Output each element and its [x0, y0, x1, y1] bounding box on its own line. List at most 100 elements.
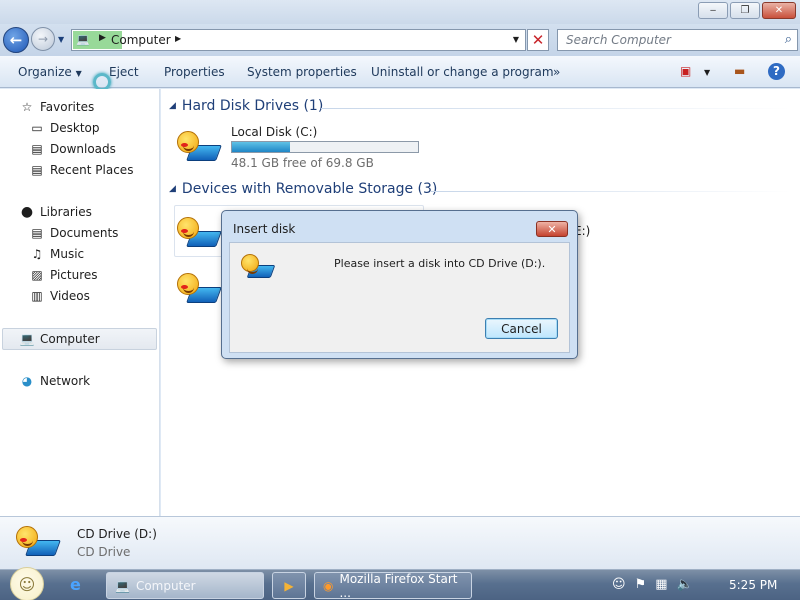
action-center-flag-icon[interactable]: ⚑ — [635, 577, 647, 592]
downloads-folder-icon: ▤ — [31, 142, 43, 156]
start-button[interactable]: ☺ — [10, 567, 44, 600]
network-tray-icon[interactable]: ▦ — [655, 577, 667, 592]
local-disk-free-space: 48.1 GB free of 69.8 GB — [231, 156, 374, 170]
properties-button[interactable]: Properties — [164, 65, 225, 79]
window-titlebar: ‒ ❐ ✕ — [0, 0, 800, 24]
taskbar: ☺ e 💻 Computer ▶ ◉ Mozilla Firefox Start… — [0, 567, 800, 600]
recent-pages-dropdown[interactable]: ▼ — [58, 35, 64, 44]
desktop-icon: ▭ — [31, 121, 43, 135]
organize-button[interactable]: Organize ▼ — [18, 65, 82, 79]
close-icon: ✕ — [547, 222, 557, 236]
collapse-triangle-icon: ◢ — [169, 184, 176, 194]
taskbar-computer-button[interactable]: 💻 Computer — [106, 572, 264, 599]
removable-drive-icon[interactable] — [175, 271, 222, 311]
media-player-icon: ▶ — [284, 578, 294, 593]
close-icon: ✕ — [531, 31, 545, 49]
nav-recent-places-label: Recent Places — [50, 163, 134, 177]
local-disk-name: Local Disk (C:) — [231, 125, 318, 139]
system-tray: ☺ ⚑ ▦ 🔈 — [612, 577, 693, 592]
group-removable-storage[interactable]: ◢ Devices with Removable Storage (3) — [169, 181, 437, 197]
uninstall-program-button[interactable]: Uninstall or change a program — [371, 65, 554, 79]
nav-libraries[interactable]: ● Libraries — [18, 202, 92, 222]
nav-downloads[interactable]: ▤ Downloads — [28, 139, 116, 159]
window-controls: ‒ ❐ ✕ — [698, 2, 796, 19]
cd-drive-icon[interactable] — [175, 215, 222, 255]
group-removable-label: Devices with Removable Storage (3) — [181, 181, 438, 197]
dialog-message: Please insert a disk into CD Drive (D:). — [334, 257, 546, 270]
details-type: CD Drive — [77, 545, 131, 559]
dialog-title: Insert disk — [233, 222, 296, 236]
group-hard-disk-drives[interactable]: ◢ Hard Disk Drives (1) — [169, 98, 323, 114]
nav-network[interactable]: ◕ Network — [18, 371, 90, 391]
breadcrumb-computer[interactable]: Computer — [111, 33, 171, 47]
nav-favorites[interactable]: ☆ Favorites — [18, 97, 95, 117]
eject-button[interactable]: Eject — [109, 65, 139, 79]
nav-desktop-label: Desktop — [50, 121, 100, 135]
system-properties-button[interactable]: System properties — [247, 65, 357, 79]
nav-downloads-label: Downloads — [50, 142, 116, 156]
nav-videos-label: Videos — [50, 289, 90, 303]
more-commands-button[interactable]: » — [553, 65, 560, 79]
libraries-icon: ● — [20, 204, 34, 220]
search-icon[interactable]: ⌕ — [785, 32, 792, 47]
local-disk-usage-fill — [232, 142, 290, 152]
internet-explorer-icon[interactable]: e — [70, 575, 92, 595]
breadcrumb-chevron-icon[interactable]: ▶ — [175, 34, 181, 43]
emoticon-tray-icon[interactable]: ☺ — [612, 577, 626, 592]
nav-documents-label: Documents — [50, 226, 119, 240]
address-bar[interactable]: 💻 ▶ Computer ▶ ▼ — [71, 29, 526, 51]
computer-icon: 💻 — [76, 33, 90, 46]
local-disk-usage-bar — [231, 141, 419, 153]
search-placeholder: Search Computer — [566, 33, 671, 47]
cancel-button[interactable]: Cancel — [485, 318, 558, 339]
group-hard-disk-label: Hard Disk Drives (1) — [181, 98, 324, 114]
volume-muted-icon[interactable]: 🔈 — [677, 577, 693, 592]
nav-music[interactable]: ♫ Music — [28, 244, 85, 264]
computer-icon: 💻 — [19, 332, 35, 346]
nav-documents[interactable]: ▤ Documents — [28, 223, 118, 243]
dialog-close-button[interactable]: ✕ — [536, 221, 568, 237]
details-pane: CD Drive (D:) CD Drive — [0, 516, 800, 569]
address-dropdown-icon[interactable]: ▼ — [513, 35, 519, 44]
taskbar-media-player-button[interactable]: ▶ — [272, 572, 306, 599]
chevron-down-icon: ▼ — [75, 69, 82, 78]
music-icon: ♫ — [31, 247, 43, 261]
pictures-icon: ▨ — [31, 268, 43, 282]
close-button[interactable]: ✕ — [762, 2, 796, 19]
insert-disk-dialog: Insert disk ✕ Please insert a disk into … — [221, 210, 578, 359]
arrow-right-icon: → — [37, 32, 49, 46]
maximize-button[interactable]: ❐ — [730, 2, 760, 19]
nav-pictures[interactable]: ▨ Pictures — [28, 265, 97, 285]
star-icon: ☆ — [21, 100, 33, 114]
help-icon[interactable]: ? — [768, 63, 785, 80]
nav-network-label: Network — [40, 374, 91, 388]
search-input[interactable]: Search Computer ⌕ — [557, 29, 798, 51]
view-options-icon[interactable]: ▣ — [680, 64, 691, 78]
details-name: CD Drive (D:) — [77, 527, 157, 541]
smiley-start-icon: ☺ — [18, 574, 36, 594]
recent-places-icon: ▤ — [31, 163, 43, 177]
minimize-button[interactable]: ‒ — [698, 2, 728, 19]
nav-computer[interactable]: 💻 Computer — [18, 329, 100, 349]
taskbar-firefox-label: Mozilla Firefox Start ... — [339, 571, 458, 600]
back-button[interactable]: ← — [3, 27, 29, 53]
view-dropdown-icon[interactable]: ▼ — [704, 68, 710, 77]
nav-computer-label: Computer — [40, 332, 100, 346]
nav-favorites-label: Favorites — [40, 100, 95, 114]
group-divider — [321, 108, 791, 109]
videos-icon: ▥ — [31, 289, 43, 303]
nav-desktop[interactable]: ▭ Desktop — [28, 118, 100, 138]
organize-label: Organize — [18, 65, 72, 79]
nav-videos[interactable]: ▥ Videos — [28, 286, 90, 306]
stop-button[interactable]: ✕ — [527, 29, 549, 51]
taskbar-firefox-button[interactable]: ◉ Mozilla Firefox Start ... — [314, 571, 472, 600]
breadcrumb-separator-icon[interactable]: ▶ — [99, 33, 106, 43]
network-icon: ◕ — [21, 374, 33, 388]
clock[interactable]: 5:25 PM — [729, 578, 777, 592]
cd-drive-details-icon — [14, 524, 61, 564]
preview-pane-icon[interactable]: ▬ — [734, 64, 745, 78]
nav-recent-places[interactable]: ▤ Recent Places — [28, 160, 133, 180]
nav-music-label: Music — [50, 247, 85, 261]
forward-button[interactable]: → — [31, 27, 55, 51]
cd-drive-icon — [239, 252, 276, 284]
